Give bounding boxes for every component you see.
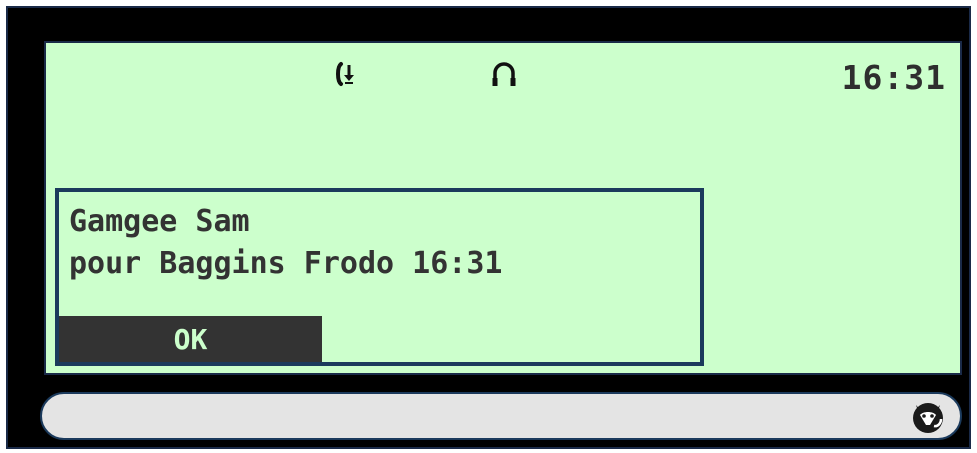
fox-head-icon [910, 399, 946, 435]
incoming-call-dialog: Gamgee Sam pour Baggins Frodo 16:31 OK [55, 188, 704, 366]
headset-icon [489, 59, 519, 89]
caller-name: Gamgee Sam [69, 204, 250, 239]
bottom-info-bar [40, 392, 962, 440]
ok-button[interactable]: OK [59, 316, 322, 362]
clock-time: 16:31 [841, 58, 946, 97]
call-message: pour Baggins Frodo 16:31 [69, 246, 503, 281]
call-forward-icon [331, 59, 361, 89]
phone-device-frame: 16:31 Gamgee Sam pour Baggins Frodo 16:3… [6, 6, 971, 449]
phone-display: 16:31 Gamgee Sam pour Baggins Frodo 16:3… [44, 41, 962, 375]
